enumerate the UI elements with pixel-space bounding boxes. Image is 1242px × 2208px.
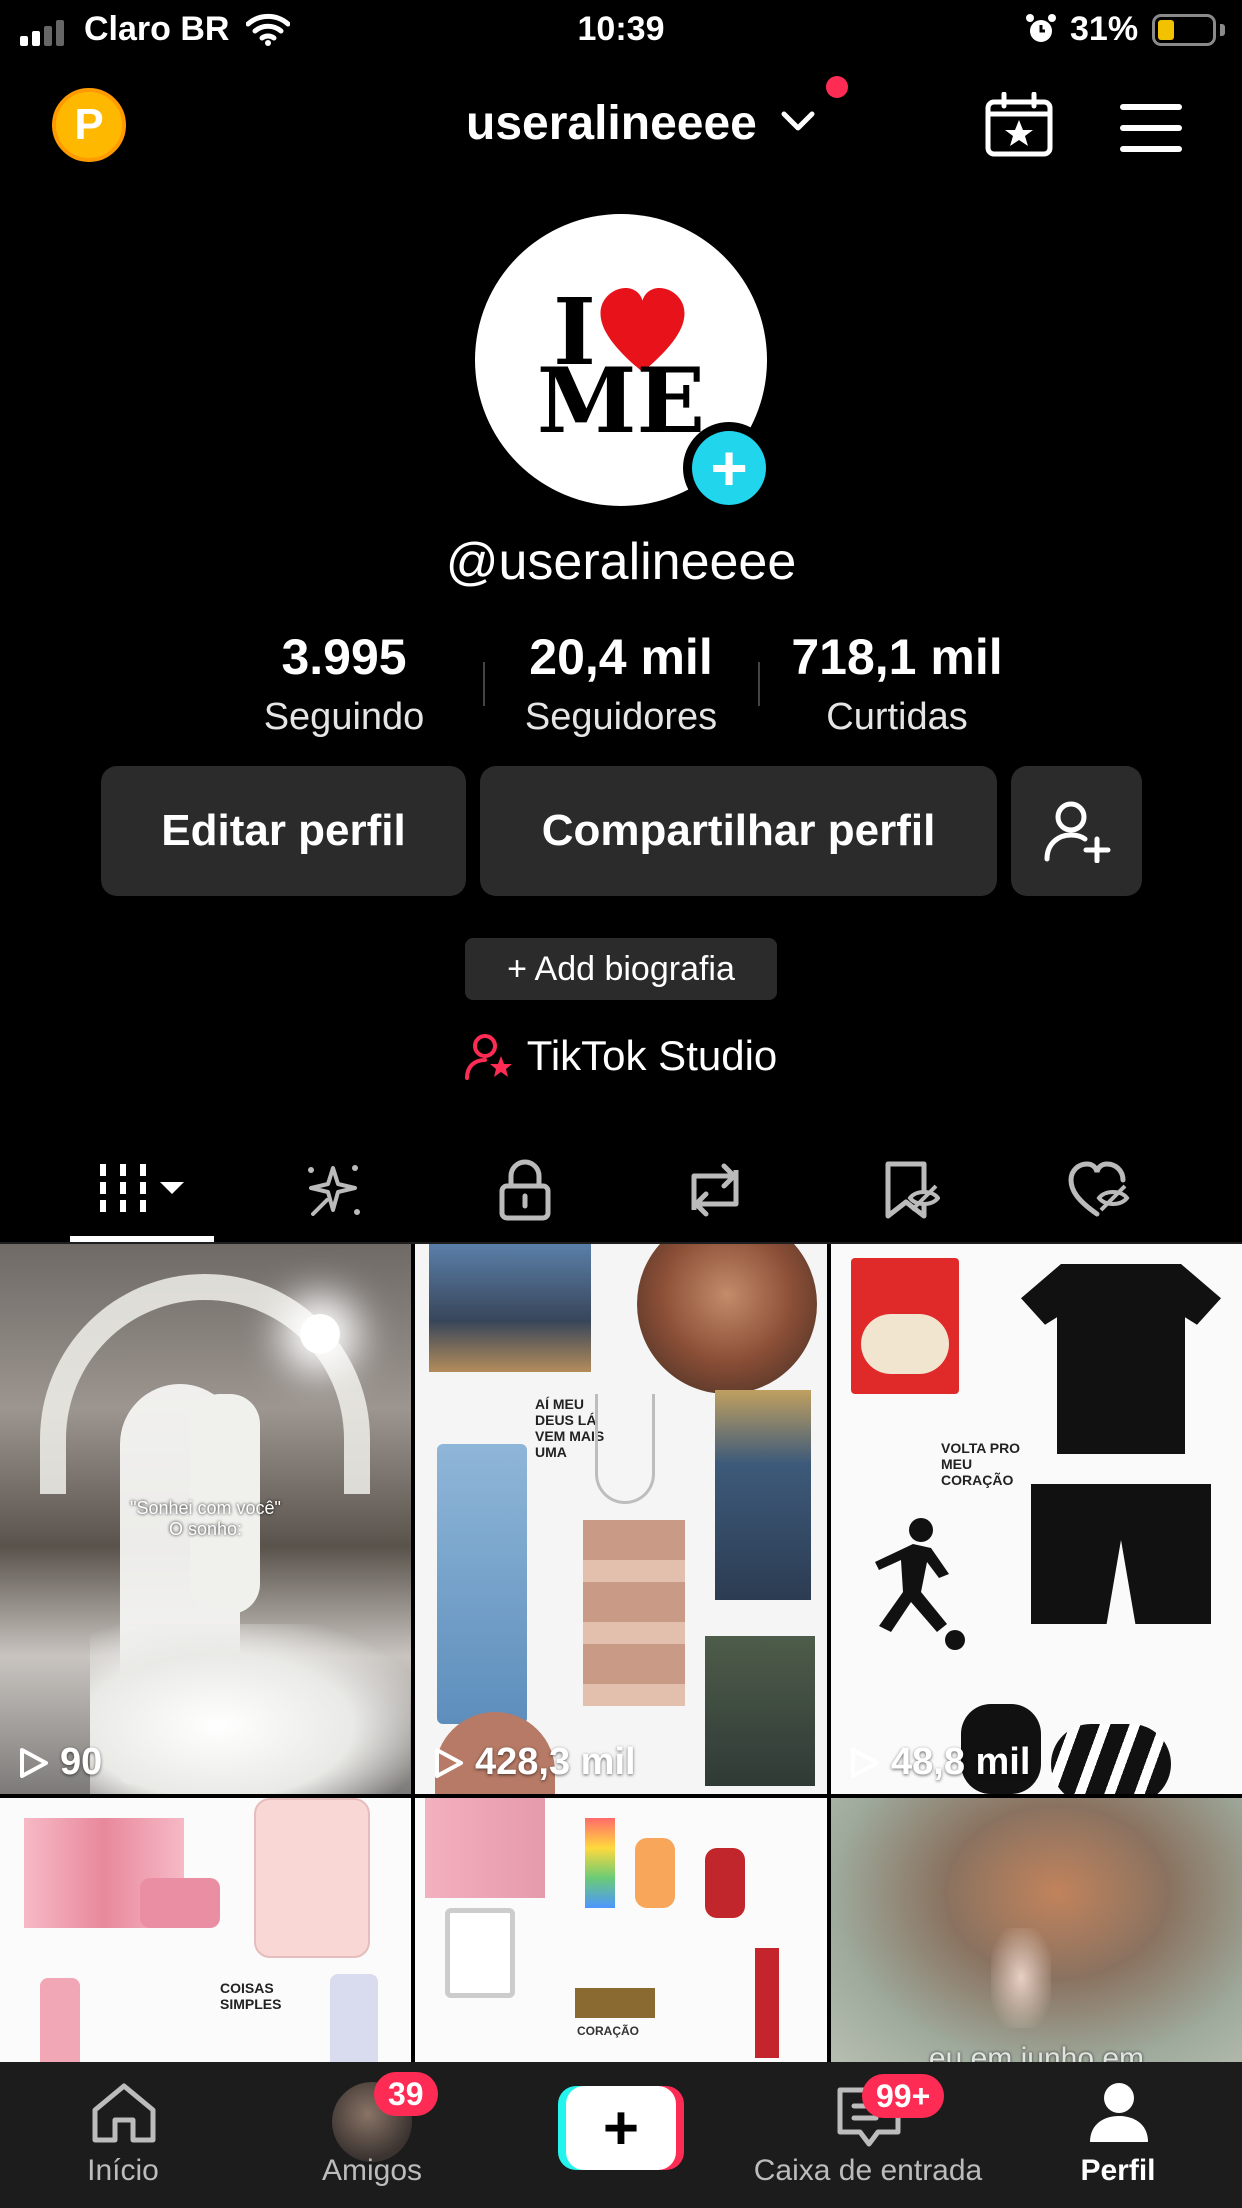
hamburger-menu-icon[interactable]: [1120, 104, 1182, 167]
sparkle-icon: [308, 1165, 360, 1216]
profile-tabs: [0, 1140, 1242, 1244]
stat-likes[interactable]: 718,1 mil Curtidas: [767, 628, 1027, 739]
add-avatar-button[interactable]: +: [683, 422, 775, 514]
play-icon: [435, 1747, 463, 1778]
edit-profile-button[interactable]: Editar perfil: [101, 766, 466, 896]
video-thumbnail[interactable]: VOLTA PRO MEU CORAÇÃO 48,8 mil: [831, 1244, 1242, 1794]
account-switcher[interactable]: useralineeee: [466, 96, 757, 151]
plus-icon: +: [566, 2086, 676, 2170]
nav-friends[interactable]: 39 Amigos: [252, 2062, 492, 2208]
divider: [483, 662, 485, 706]
tab-favorites[interactable]: [855, 1140, 965, 1240]
status-bar: Claro BR 10:39 31%: [0, 0, 1242, 62]
tab-videos[interactable]: [70, 1140, 214, 1240]
grid-icon: [100, 1164, 184, 1212]
battery-percent: 31%: [1070, 10, 1139, 48]
share-profile-button[interactable]: Compartilhar perfil: [480, 766, 997, 896]
tab-highlights[interactable]: [280, 1140, 390, 1240]
nav-profile[interactable]: Perfil: [998, 2062, 1238, 2208]
video-caption: "Sonhei com você" O sonho:: [130, 1498, 281, 1539]
profile-icon: [1090, 2083, 1148, 2142]
video-thumbnail[interactable]: "Sonhei com você" O sonho: 90: [0, 1244, 411, 1794]
friends-badge: 39: [374, 2072, 438, 2116]
active-tab-indicator: [70, 1236, 214, 1242]
nav-inbox[interactable]: 99+ Caixa de entrada: [748, 2062, 988, 2208]
video-thumbnail[interactable]: AÍ MEU DEUS LÁ VEM MAIS UMA 428,3 mil: [415, 1244, 827, 1794]
view-count: 428,3 mil: [431, 1741, 636, 1784]
video-caption: CORAÇÃO: [577, 2024, 639, 2038]
soccer-player-silhouette: [875, 1518, 965, 1650]
play-icon: [20, 1747, 48, 1778]
video-thumbnail[interactable]: COISAS SIMPLES: [0, 1798, 411, 2068]
repost-icon: [691, 1163, 739, 1217]
tiktok-studio-link[interactable]: TikTok Studio: [0, 1032, 1242, 1080]
tab-reposts[interactable]: [660, 1140, 770, 1240]
video-thumbnail[interactable]: eu em junho em: [831, 1798, 1242, 2068]
heart-hidden-icon: [1068, 1161, 1130, 1217]
divider: [758, 662, 760, 706]
add-friend-button[interactable]: [1011, 766, 1142, 896]
calendar-star-icon[interactable]: [984, 92, 1054, 158]
tab-liked[interactable]: [1045, 1140, 1155, 1240]
stat-followers[interactable]: 20,4 mil Seguidores: [491, 628, 751, 739]
lock-icon: [499, 1159, 551, 1221]
stat-following[interactable]: 3.995 Seguindo: [214, 628, 474, 739]
creator-star-icon: [464, 1034, 512, 1080]
profile-stats: 3.995 Seguindo 20,4 mil Seguidores 718,1…: [0, 628, 1242, 748]
battery-icon: [1152, 14, 1216, 46]
add-user-icon: [1044, 801, 1110, 863]
profile-handle: @useralineeee: [445, 533, 797, 591]
add-bio-button[interactable]: + Add biografia: [465, 938, 777, 1000]
create-button[interactable]: +: [558, 2086, 684, 2170]
alarm-icon: [1026, 14, 1056, 42]
coin-icon[interactable]: P: [52, 88, 126, 162]
play-icon: [851, 1747, 879, 1778]
chevron-down-icon[interactable]: [780, 108, 816, 134]
view-count: 48,8 mil: [847, 1741, 1030, 1784]
tab-private[interactable]: [470, 1140, 580, 1240]
nav-home[interactable]: Início: [3, 2062, 243, 2208]
video-thumbnail[interactable]: CORAÇÃO: [415, 1798, 827, 2068]
bookmark-hidden-icon: [885, 1161, 940, 1219]
view-count: 90: [16, 1741, 102, 1784]
svg-text:ME: ME: [537, 348, 705, 454]
notification-dot: [826, 76, 848, 98]
video-caption: COISAS SIMPLES: [220, 1980, 282, 2012]
home-icon: [92, 2083, 156, 2143]
inbox-badge: 99+: [862, 2074, 945, 2118]
video-caption: VOLTA PRO MEU CORAÇÃO: [941, 1440, 1021, 1488]
